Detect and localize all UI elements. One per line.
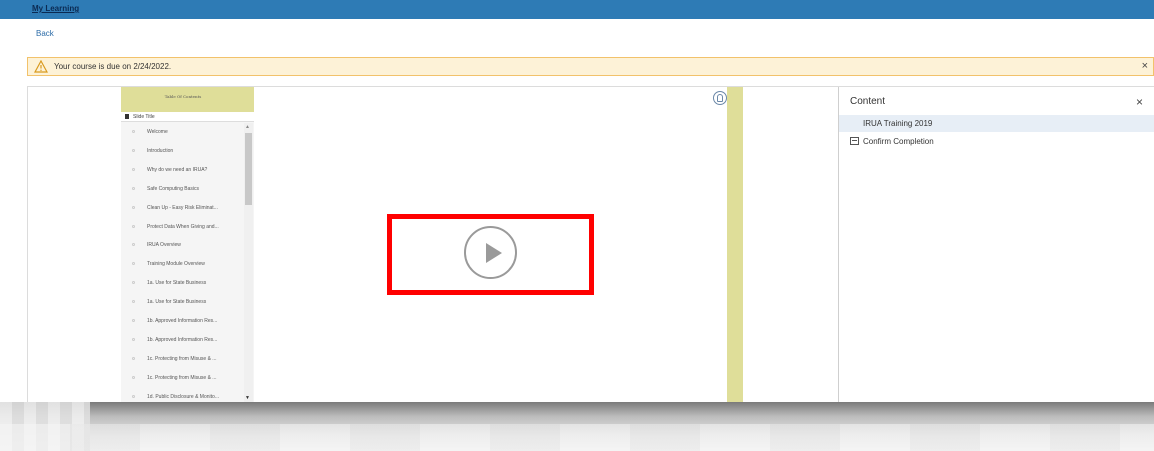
toc-item-label: Why do we need an IRUA?	[147, 166, 208, 173]
alert-message: Your course is due on 2/24/2022.	[54, 62, 172, 71]
toc-scrollbar-thumb[interactable]	[245, 133, 252, 205]
toc-item-bullet-icon	[132, 337, 135, 341]
toc-item[interactable]: Why do we need an IRUA?	[121, 164, 244, 176]
toc-item-label: 1d. Public Disclosure & Monito...	[147, 393, 219, 400]
back-link[interactable]: Back	[36, 29, 54, 38]
toc-item[interactable]: 1d. Public Disclosure & Monito...	[121, 391, 244, 403]
toc-item-bullet-icon	[132, 205, 135, 209]
checklist-icon	[850, 137, 859, 145]
toc-course-row[interactable]: Slide Title	[121, 112, 254, 122]
scroll-up-icon[interactable]: ▲	[245, 124, 250, 130]
toc-item[interactable]: IRUA Overview	[121, 239, 244, 251]
toc-item-bullet-icon	[132, 394, 135, 398]
toc-item-label: 1c. Protecting from Misuse & ...	[147, 374, 217, 381]
toc-item[interactable]: 1c. Protecting from Misuse & ...	[121, 353, 244, 365]
toc-item-label: Training Module Overview	[147, 261, 205, 268]
bottom-blur-region	[0, 402, 1154, 451]
toc-item-label: Safe Computing Basics	[147, 185, 199, 192]
toc-item-bullet-icon	[132, 148, 135, 152]
toc-item[interactable]: 1b. Approved Information Res...	[121, 315, 244, 327]
toc-item[interactable]: Clean Up - Easy Risk Eliminat...	[121, 202, 244, 214]
toc-item-label: Introduction	[147, 147, 174, 154]
toc-item-bullet-icon	[132, 375, 135, 379]
play-icon	[486, 243, 502, 263]
confirm-completion-item[interactable]: Confirm Completion	[839, 133, 1154, 150]
toc-item[interactable]: Introduction	[121, 145, 244, 157]
toc-item-bullet-icon	[132, 300, 135, 304]
toc-item-label: 1b. Approved Information Res...	[147, 336, 218, 343]
toc-item-label: 1a. Use for State Business	[147, 280, 207, 287]
toc-item[interactable]: Safe Computing Basics	[121, 183, 244, 195]
toc-item-label: 1a. Use for State Business	[147, 299, 207, 306]
content-panel-close-button[interactable]: ×	[1136, 95, 1143, 109]
content-panel: Content × IRUA Training 2019 Confirm Com…	[838, 87, 1154, 402]
toc-item-label: 1b. Approved Information Res...	[147, 318, 218, 324]
toc-item[interactable]: 1c. Protecting from Misuse & ...	[121, 372, 244, 384]
slide-icon	[125, 114, 129, 119]
content-item-selected[interactable]: IRUA Training 2019	[839, 115, 1154, 132]
toc-item-bullet-icon	[132, 356, 135, 360]
toc-item-bullet-icon	[132, 243, 135, 247]
toc-item[interactable]: Protect Data When Giving and...	[121, 221, 244, 233]
toc-item[interactable]: 1b. Approved Information Res...	[121, 334, 244, 346]
toc-item-bullet-icon	[132, 319, 135, 322]
scroll-down-icon[interactable]: ▼	[245, 395, 250, 401]
my-learning-link[interactable]: My Learning	[32, 4, 79, 13]
toc-item-bullet-icon	[132, 262, 135, 266]
toc-item[interactable]: Welcome	[121, 126, 244, 138]
toc-item-bullet-icon	[132, 281, 135, 285]
toc-item-label: 1c. Protecting from Misuse & ...	[147, 355, 217, 362]
player-right-border	[727, 87, 743, 402]
toc-item-label: IRUA Overview	[147, 242, 181, 249]
toc-item[interactable]: 1a. Use for State Business	[121, 296, 244, 308]
content-item-label: IRUA Training 2019	[863, 119, 933, 128]
toc-item-label: Welcome	[147, 129, 168, 135]
toc-item-bullet-icon	[132, 167, 135, 171]
toc-item-bullet-icon	[132, 130, 135, 133]
toc-course-title: Slide Title	[133, 114, 155, 120]
toc-title: Table Of Contents	[164, 94, 202, 99]
toc-item-label: Protect Data When Giving and...	[147, 223, 219, 230]
confirm-completion-label: Confirm Completion	[863, 137, 934, 146]
warning-icon	[34, 60, 48, 73]
due-date-alert: Your course is due on 2/24/2022. ×	[27, 57, 1154, 76]
toc-item[interactable]: Training Module Overview	[121, 258, 244, 270]
toc-item[interactable]: 1a. Use for State Business	[121, 277, 244, 289]
toc-item-bullet-icon	[132, 224, 135, 228]
top-bar: My Learning	[0, 0, 1154, 19]
content-panel-title: Content	[850, 96, 886, 107]
player-options-icon[interactable]	[713, 91, 727, 105]
alert-close-button[interactable]: ×	[1142, 60, 1148, 72]
toc-item-label: Clean Up - Easy Risk Eliminat...	[147, 204, 218, 211]
toc-item-bullet-icon	[132, 186, 135, 190]
play-button[interactable]	[464, 226, 517, 279]
